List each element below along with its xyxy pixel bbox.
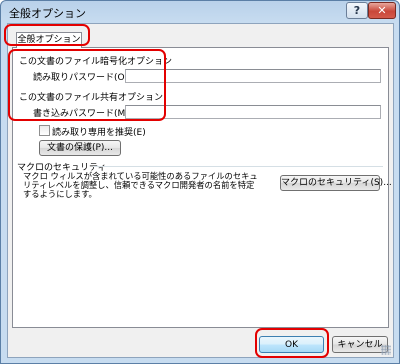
close-button[interactable]: ✕ [368, 2, 396, 19]
readonly-recommended-checkbox[interactable] [39, 125, 50, 136]
help-button[interactable]: ? [346, 2, 368, 19]
resize-grip[interactable] [381, 345, 391, 355]
readonly-recommended-label: 読み取り専用を推奨(E) [52, 128, 146, 138]
write-password-label: 書き込みパスワード(M): [33, 109, 132, 119]
title-bar[interactable]: 全般オプション ? ✕ [1, 1, 399, 23]
dialog-window: 全般オプション ? ✕ 全般オプション この文書のファイル暗号化オプション 読み… [0, 0, 400, 364]
close-icon: ✕ [377, 4, 387, 17]
macro-separator [93, 166, 383, 167]
open-password-label: 読み取りパスワード(O): [33, 73, 132, 83]
tab-general-options[interactable]: 全般オプション [16, 32, 82, 48]
tab-panel: この文書のファイル暗号化オプション 読み取りパスワード(O): この文書のファイ… [12, 47, 392, 328]
ok-button[interactable]: OK [259, 336, 324, 353]
encryption-heading: この文書のファイル暗号化オプション [19, 57, 173, 67]
sharing-heading: この文書のファイル共有オプション [19, 93, 164, 103]
open-password-field[interactable] [125, 69, 381, 83]
write-password-field[interactable] [125, 105, 381, 119]
help-icon: ? [353, 4, 361, 17]
macro-description: マクロ ウィルスが含まれている可能性のあるファイルのセキュリティレベルを調整し、… [23, 171, 258, 199]
protect-document-button[interactable]: 文書の保護(P)... [39, 140, 121, 156]
macro-security-button[interactable]: マクロのセキュリティ(S)... [280, 175, 392, 191]
dialog-client-area: 全般オプション この文書のファイル暗号化オプション 読み取りパスワード(O): … [7, 23, 394, 358]
window-title: 全般オプション [9, 7, 86, 20]
cancel-button[interactable]: キャンセル [332, 336, 388, 353]
